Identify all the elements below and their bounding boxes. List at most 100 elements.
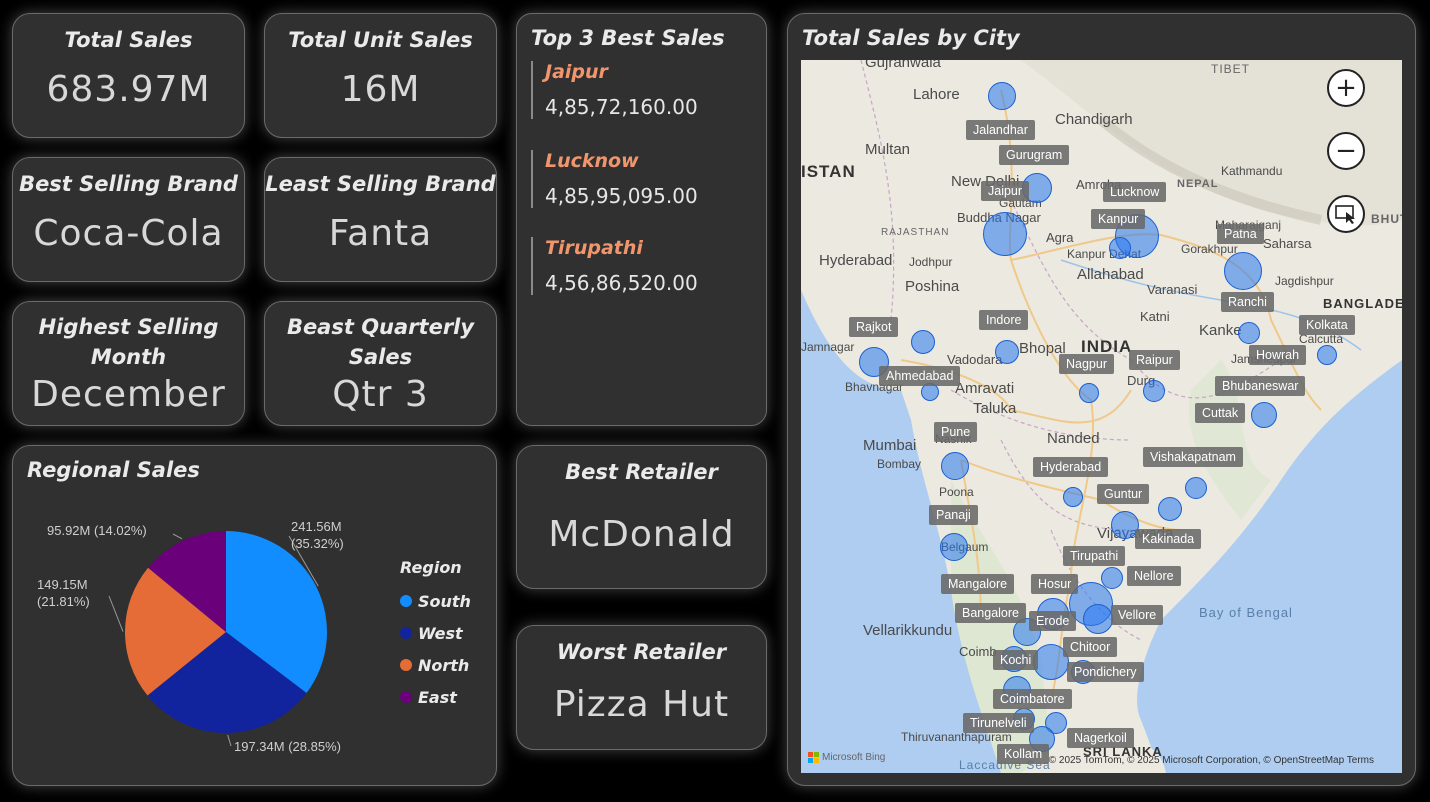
city-tag-rajkot[interactable]: Rajkot — [849, 317, 899, 337]
zoom-out-button[interactable]: − — [1327, 132, 1365, 170]
city-tag-patna[interactable]: Patna — [1217, 224, 1264, 244]
map-label: Multan — [865, 141, 911, 158]
pie-label-west: 197.34M (28.85%) — [234, 739, 341, 754]
city-tag-jalandhar[interactable]: Jalandhar — [966, 120, 1035, 140]
city-bubble[interactable] — [1238, 322, 1260, 344]
kpi-title: Least Selling Brand — [265, 172, 496, 196]
top3-value: 4,85,72,160.00 — [545, 95, 698, 119]
city-tag-nellore[interactable]: Nellore — [1127, 566, 1181, 586]
city-map[interactable]: Gujranwala Lahore Chandigarh Multan ISTA… — [801, 60, 1402, 773]
city-tag-jaipur[interactable]: Jaipur — [981, 181, 1030, 201]
map-label: Vadodara — [947, 352, 1003, 367]
city-tag-bangalore[interactable]: Bangalore — [955, 603, 1026, 623]
city-bubble[interactable] — [1063, 487, 1083, 507]
map-label: Hyderabad — [819, 252, 893, 269]
city-bubble[interactable] — [1079, 383, 1099, 403]
city-tag-hosur[interactable]: Hosur — [1031, 574, 1079, 594]
city-bubble[interactable] — [1083, 604, 1113, 634]
best-retailer-title: Best Retailer — [565, 460, 718, 484]
worst-retailer-card: Worst Retailer Pizza Hut — [516, 625, 767, 750]
best-retailer-value: McDonald — [548, 514, 735, 555]
city-tag-kolkata[interactable]: Kolkata — [1299, 315, 1355, 335]
kpi-title-line1: Highest Selling — [38, 315, 219, 339]
legend-item-west[interactable]: West — [400, 617, 471, 649]
city-bubble[interactable] — [1143, 380, 1165, 402]
city-tag-guntur[interactable]: Guntur — [1097, 484, 1150, 504]
map-label: ISTAN — [801, 162, 856, 181]
best-retailer-card: Best Retailer McDonald — [516, 445, 767, 589]
top3-city: Lucknow — [545, 150, 639, 172]
city-tag-kanpur[interactable]: Kanpur — [1091, 209, 1146, 229]
city-tag-nagpur[interactable]: Nagpur — [1059, 354, 1114, 374]
city-bubble[interactable] — [911, 330, 935, 354]
legend-item-south[interactable]: South — [400, 585, 471, 617]
select-area-button[interactable] — [1327, 195, 1365, 233]
city-tag-tirupathi[interactable]: Tirupathi — [1063, 546, 1126, 566]
top3-item-1: Jaipur 4,85,72,160.00 — [531, 61, 751, 119]
top3-item-3: Tirupathi 4,56,86,520.00 — [531, 237, 751, 295]
city-bubble[interactable] — [1224, 252, 1262, 290]
map-label: Amravati — [955, 380, 1015, 397]
kpi-title: Total Sales — [64, 28, 193, 52]
top3-card: Top 3 Best Sales Jaipur 4,85,72,160.00 L… — [516, 13, 767, 426]
city-bubble[interactable] — [995, 340, 1019, 364]
city-tag-kochi[interactable]: Kochi — [993, 650, 1039, 670]
pie-leader-line-west — [227, 734, 232, 747]
city-tag-lucknow[interactable]: Lucknow — [1103, 182, 1167, 202]
map-label: Mumbai — [863, 437, 917, 454]
kpi-value: Coca-Cola — [33, 213, 224, 254]
top3-title: Top 3 Best Sales — [531, 26, 725, 50]
city-tag-howrah[interactable]: Howrah — [1249, 345, 1307, 365]
legend-item-north[interactable]: North — [400, 649, 471, 681]
legend-item-east[interactable]: East — [400, 681, 471, 713]
pie-label-north: 149.15M (21.81%) — [37, 576, 90, 610]
city-tag-gurugram[interactable]: Gurugram — [999, 145, 1070, 165]
map-label: Jamnagar — [801, 340, 855, 354]
legend-label: North — [418, 655, 470, 675]
city-tag-mangalore[interactable]: Mangalore — [941, 574, 1015, 594]
city-tag-bhubaneswar[interactable]: Bhubaneswar — [1215, 376, 1306, 396]
legend-dot — [400, 627, 412, 639]
city-tag-ranchi[interactable]: Ranchi — [1221, 292, 1274, 312]
city-tag-vellore[interactable]: Vellore — [1111, 605, 1164, 625]
city-bubble[interactable] — [1317, 345, 1337, 365]
city-tag-ahmedabad[interactable]: Ahmedabad — [879, 366, 961, 386]
bing-logo: Microsoft Bing — [808, 752, 885, 763]
city-bubble[interactable] — [940, 533, 968, 561]
city-tag-indore[interactable]: Indore — [979, 310, 1029, 330]
map-attribution[interactable]: © 2025 TomTom, © 2025 Microsoft Corporat… — [1049, 755, 1374, 766]
zoom-in-button[interactable]: + — [1327, 69, 1365, 107]
city-tag-chitoor[interactable]: Chitoor — [1063, 637, 1118, 657]
city-bubble[interactable] — [988, 82, 1016, 110]
city-tag-tirunelveli[interactable]: Tirunelveli — [963, 713, 1034, 733]
city-tag-erode[interactable]: Erode — [1029, 611, 1077, 631]
city-bubble[interactable] — [1109, 237, 1131, 259]
city-tag-pondichery[interactable]: Pondichery — [1067, 662, 1144, 682]
map-label: Jagdishpur — [1275, 274, 1334, 288]
kpi-least-selling-brand: Least Selling Brand Fanta — [264, 157, 497, 282]
city-bubble[interactable] — [1185, 477, 1207, 499]
city-tag-panaji[interactable]: Panaji — [929, 505, 978, 525]
city-tag-kollam[interactable]: Kollam — [997, 744, 1050, 764]
city-tag-coimbatore[interactable]: Coimbatore — [993, 689, 1072, 709]
city-tag-nagerkoil[interactable]: Nagerkoil — [1067, 728, 1134, 748]
map-label: Bombay — [877, 457, 922, 471]
pie-leader-line-east — [172, 533, 183, 540]
city-bubble[interactable] — [983, 212, 1027, 256]
city-tag-raipur[interactable]: Raipur — [1129, 350, 1180, 370]
kpi-value: Qtr 3 — [332, 374, 429, 415]
city-bubble[interactable] — [1251, 402, 1277, 428]
top3-value: 4,56,86,520.00 — [545, 271, 698, 295]
map-label: BHUTA — [1371, 212, 1402, 226]
worst-retailer-title: Worst Retailer — [556, 640, 727, 664]
city-tag-cuttak[interactable]: Cuttak — [1195, 403, 1246, 423]
city-tag-vishakapatnam[interactable]: Vishakapatnam — [1143, 447, 1243, 467]
map-label: Jodhpur — [909, 255, 953, 269]
city-bubble[interactable] — [941, 452, 969, 480]
city-tag-hyderabad[interactable]: Hyderabad — [1033, 457, 1109, 477]
city-tag-kakinada[interactable]: Kakinada — [1135, 529, 1202, 549]
legend-label: South — [418, 591, 471, 611]
city-tag-pune[interactable]: Pune — [934, 422, 978, 442]
kpi-title-line2: Sales — [348, 345, 413, 369]
city-bubble[interactable] — [1158, 497, 1182, 521]
